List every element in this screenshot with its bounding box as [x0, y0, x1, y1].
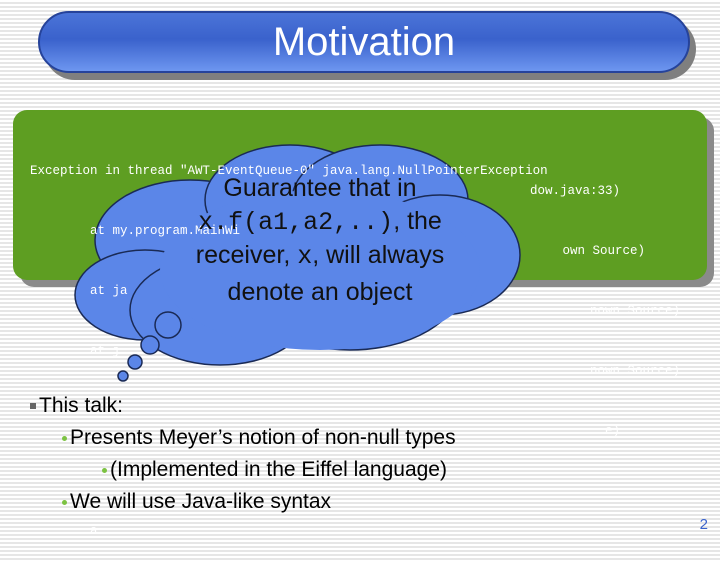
callout-line: x.f(a1,a2,..), the [150, 205, 490, 239]
callout-text-part: , will always [312, 241, 445, 269]
callout-text-part: receiver, [195, 241, 298, 269]
page-number: 2 [699, 516, 708, 533]
callout-text-part: , the [393, 207, 442, 235]
code-expression: x.f(a1,a2,..) [198, 208, 394, 237]
callout-line: Guarantee that in [223, 174, 417, 202]
code-expression: x [297, 242, 313, 271]
trace-line: at j [30, 344, 121, 358]
slide-title: Motivation [272, 20, 456, 64]
trace-line: a [30, 524, 98, 538]
callout-line: receiver, x, will always [150, 239, 490, 273]
trace-line: nown Source) [589, 304, 680, 318]
trace-line: own Source) [562, 244, 645, 258]
trace-line: e) [604, 424, 620, 438]
trace-line: nown Source) [589, 364, 680, 378]
trace-line: at ja [30, 284, 128, 298]
callout-text: Guarantee that in x.f(a1,a2,..), the rec… [150, 172, 490, 309]
trace-line: dow.java:33) [529, 184, 620, 198]
callout-line: denote an object [227, 278, 413, 306]
stack-trace-right: dow.java:33) own Source) nown Source) no… [530, 141, 680, 461]
